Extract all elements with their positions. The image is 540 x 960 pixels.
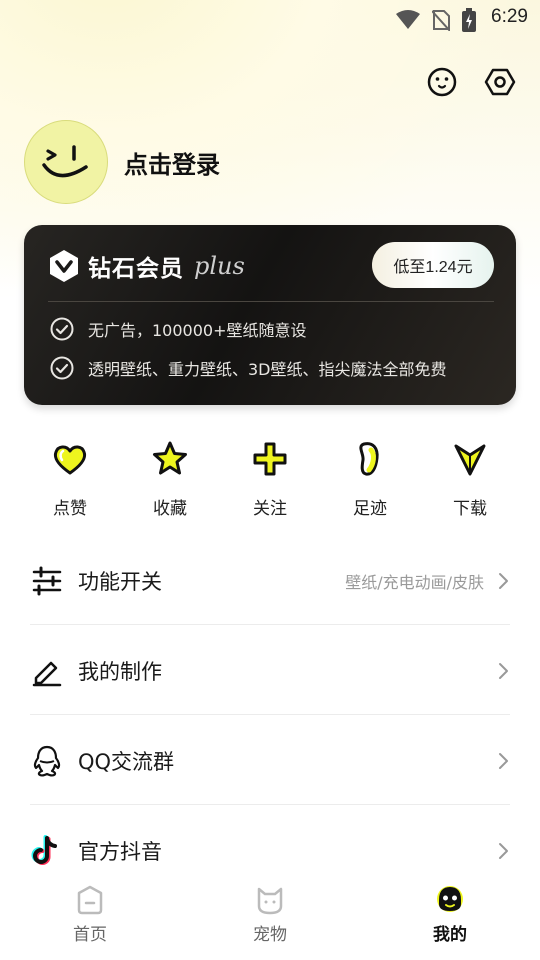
star-icon — [153, 441, 187, 475]
check-circle-icon — [50, 356, 74, 380]
tab-label: 首页 — [73, 925, 107, 945]
tab-pet[interactable]: 宠物 — [180, 880, 360, 960]
quick-label: 下载 — [453, 499, 487, 519]
tiktok-icon — [31, 835, 57, 865]
menu-item-feature-switch[interactable]: 功能开关 壁纸/充电动画/皮肤 — [30, 536, 510, 626]
quick-label: 收藏 — [153, 499, 187, 519]
vip-plus-text: plus — [194, 252, 245, 280]
bottom-tab-bar: 首页 宠物 我的 — [0, 880, 540, 960]
no-sim-icon — [432, 10, 450, 31]
battery-icon — [462, 8, 476, 32]
chevron-right-icon — [499, 843, 508, 859]
chevron-right-icon — [499, 753, 508, 769]
download-icon — [454, 444, 486, 476]
vip-divider — [48, 301, 494, 302]
tab-home[interactable]: 首页 — [0, 880, 180, 960]
quick-actions: 点赞 收藏 关注 足迹 下载 — [0, 440, 540, 519]
quick-download[interactable]: 下载 — [420, 440, 520, 519]
pet-icon — [257, 887, 283, 915]
vip-price-button[interactable]: 低至1.24元 — [372, 242, 494, 288]
tab-label: 宠物 — [253, 925, 287, 945]
vip-benefit-text: 透明壁纸、重力壁纸、3D壁纸、指尖魔法全部免费 — [88, 360, 447, 379]
quick-favorite[interactable]: 收藏 — [120, 440, 220, 519]
vip-benefit-1: 无广告，100000+壁纸随意设 — [50, 317, 307, 341]
profile-row[interactable]: 点击登录 — [24, 120, 220, 204]
footprint-icon — [359, 442, 379, 476]
status-time: 6:29 — [491, 6, 528, 27]
top-actions — [426, 66, 516, 98]
menu-subtitle: 壁纸/充电动画/皮肤 — [345, 573, 484, 592]
tab-me[interactable]: 我的 — [360, 880, 540, 960]
menu-label: 官方抖音 — [78, 840, 162, 864]
menu-label: 我的制作 — [78, 660, 162, 684]
menu-item-qq-group[interactable]: QQ交流群 — [30, 716, 510, 806]
quick-label: 点赞 — [53, 499, 87, 519]
settings-icon[interactable] — [484, 66, 516, 98]
diamond-badge-icon — [50, 250, 78, 282]
quick-history[interactable]: 足迹 — [320, 440, 420, 519]
wifi-icon — [396, 10, 420, 29]
vip-card[interactable]: 钻石会员 plus 低至1.24元 无广告，100000+壁纸随意设 透明壁纸、… — [24, 225, 516, 405]
pen-icon — [32, 661, 62, 687]
chevron-right-icon — [499, 573, 508, 589]
qq-icon — [33, 745, 61, 777]
sliders-icon — [32, 566, 62, 596]
smiley-face-icon[interactable] — [426, 66, 458, 98]
menu-divider — [30, 714, 510, 715]
login-prompt[interactable]: 点击登录 — [124, 145, 220, 180]
vip-benefit-text: 无广告，100000+壁纸随意设 — [88, 321, 307, 340]
quick-like[interactable]: 点赞 — [20, 440, 120, 519]
me-icon — [437, 886, 463, 912]
quick-label: 关注 — [253, 499, 287, 519]
menu-divider — [30, 804, 510, 805]
status-bar: 6:29 — [0, 0, 540, 36]
chevron-right-icon — [499, 663, 508, 679]
wink-face-icon — [42, 145, 88, 178]
menu-item-my-creations[interactable]: 我的制作 — [30, 626, 510, 716]
home-icon — [77, 885, 103, 915]
menu-divider — [30, 624, 510, 625]
quick-follow[interactable]: 关注 — [220, 440, 320, 519]
vip-benefit-2: 透明壁纸、重力壁纸、3D壁纸、指尖魔法全部免费 — [50, 356, 447, 380]
plus-icon — [253, 442, 287, 476]
tab-label: 我的 — [433, 925, 467, 945]
heart-icon — [53, 445, 87, 475]
status-icons — [396, 8, 476, 32]
menu-label: 功能开关 — [78, 570, 162, 594]
quick-label: 足迹 — [353, 499, 387, 519]
check-circle-icon — [50, 317, 74, 341]
vip-title-text: 钻石会员 — [88, 256, 184, 282]
menu-label: QQ交流群 — [78, 750, 175, 774]
vip-title: 钻石会员 plus — [48, 249, 245, 283]
avatar[interactable] — [24, 120, 108, 204]
